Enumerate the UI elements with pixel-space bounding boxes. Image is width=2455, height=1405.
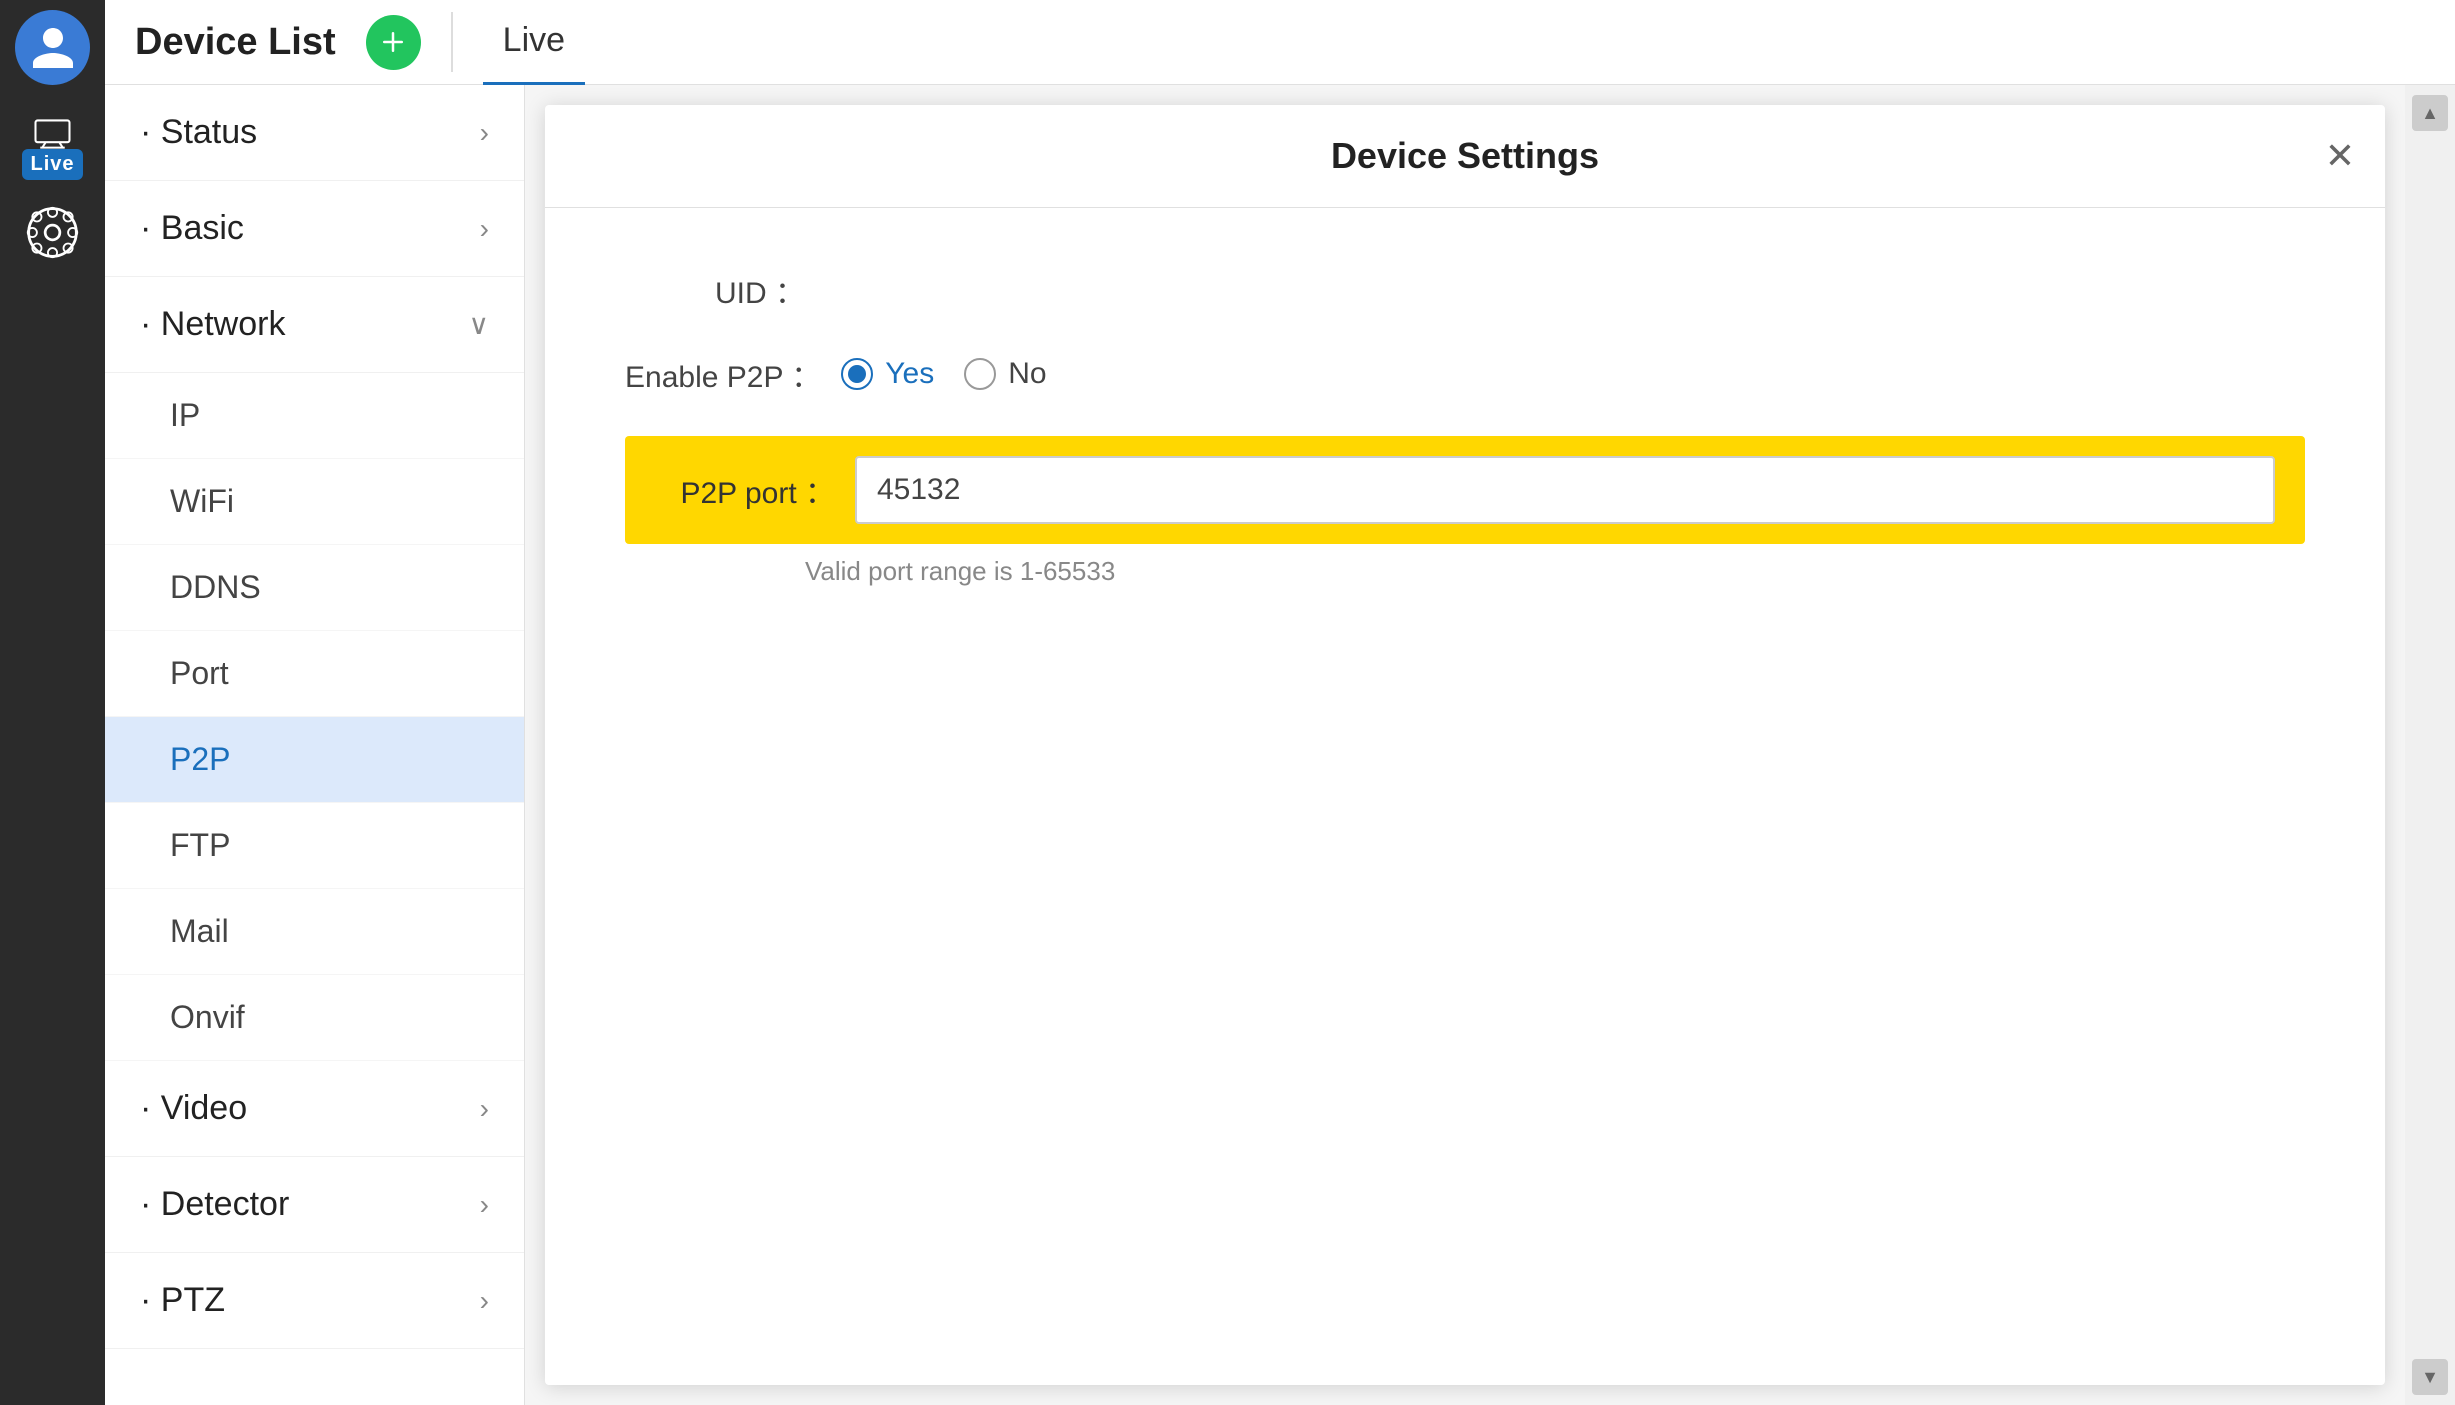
- uid-row: UID ：: [625, 268, 2305, 312]
- nav-video-chevron: ›: [480, 1093, 489, 1125]
- p2p-no-option[interactable]: No: [964, 357, 1046, 391]
- live-tv-button[interactable]: Live: [15, 115, 90, 180]
- nav-sub-p2p[interactable]: P2P: [105, 717, 524, 803]
- nav-detector-chevron: ›: [480, 1189, 489, 1221]
- p2p-yes-option[interactable]: Yes: [841, 357, 934, 391]
- nav-item-video[interactable]: · Video ›: [105, 1061, 524, 1157]
- nav-status-label: · Status: [140, 113, 257, 152]
- nav-sub-mail[interactable]: Mail: [105, 889, 524, 975]
- tab-divider: [451, 12, 453, 72]
- right-scroll-panel: ▲ ▼: [2405, 85, 2455, 1405]
- p2p-yes-radio[interactable]: [841, 358, 873, 390]
- port-hint: Valid port range is 1-65533: [805, 556, 2305, 587]
- nav-network-label: · Network: [140, 305, 285, 344]
- nav-basic-label: · Basic: [140, 209, 244, 248]
- p2p-no-label: No: [1008, 357, 1046, 391]
- avatar[interactable]: [15, 10, 90, 85]
- enable-p2p-row: Enable P2P ： Yes No: [625, 352, 2305, 396]
- nav-basic-chevron: ›: [480, 213, 489, 245]
- nav-network-chevron: ∨: [469, 308, 490, 341]
- enable-p2p-label: Enable P2P ：: [625, 352, 821, 396]
- main-content: Device List Live · Status › · Basic › ·: [105, 0, 2455, 1405]
- film-reel-button[interactable]: [15, 200, 90, 265]
- nav-ptz-label: · PTZ: [140, 1281, 225, 1320]
- p2p-no-radio[interactable]: [964, 358, 996, 390]
- tab-live[interactable]: Live: [483, 0, 585, 85]
- dialog-overlay: · Status › · Basic › · Network ∨ IP WiFi: [105, 85, 2455, 1405]
- nav-ptz-chevron: ›: [480, 1285, 489, 1317]
- nav-status-chevron: ›: [480, 117, 489, 149]
- p2p-port-input[interactable]: [877, 473, 2253, 507]
- live-badge-label: Live: [22, 149, 82, 180]
- scroll-down-arrow[interactable]: ▼: [2412, 1359, 2448, 1395]
- top-bar: Device List Live: [105, 0, 2455, 85]
- uid-label: UID ：: [625, 268, 805, 312]
- nav-item-ptz[interactable]: · PTZ ›: [105, 1253, 524, 1349]
- nav-item-detector[interactable]: · Detector ›: [105, 1157, 524, 1253]
- p2p-radio-group: Yes No: [841, 357, 1046, 391]
- add-button[interactable]: [366, 15, 421, 70]
- nav-item-status[interactable]: · Status ›: [105, 85, 524, 181]
- left-nav: · Status › · Basic › · Network ∨ IP WiFi: [105, 85, 525, 1405]
- nav-sub-wifi[interactable]: WiFi: [105, 459, 524, 545]
- nav-sub-ddns[interactable]: DDNS: [105, 545, 524, 631]
- scroll-up-arrow[interactable]: ▲: [2412, 95, 2448, 131]
- page-title: Device List: [135, 21, 336, 64]
- sidebar-icons: Live: [0, 0, 105, 1405]
- dialog-header: Device Settings ✕: [545, 105, 2385, 208]
- nav-detector-label: · Detector: [140, 1185, 289, 1224]
- p2p-port-label: P2P port ：: [655, 468, 835, 512]
- nav-item-network[interactable]: · Network ∨: [105, 277, 524, 373]
- nav-sub-ip[interactable]: IP: [105, 373, 524, 459]
- p2p-yes-label: Yes: [885, 357, 934, 391]
- nav-item-basic[interactable]: · Basic ›: [105, 181, 524, 277]
- device-settings-dialog: Device Settings ✕ UID ： Enable P2P ： Yes: [545, 105, 2385, 1385]
- port-input-wrapper: [855, 456, 2275, 524]
- p2p-port-row: P2P port ：: [625, 436, 2305, 544]
- nav-network-subitems: IP WiFi DDNS Port P2P FTP Mail: [105, 373, 524, 1061]
- dialog-body: UID ： Enable P2P ： Yes No: [545, 208, 2385, 1385]
- nav-sub-ftp[interactable]: FTP: [105, 803, 524, 889]
- dialog-title: Device Settings: [1331, 135, 1599, 177]
- nav-video-label: · Video: [140, 1089, 247, 1128]
- nav-sub-onvif[interactable]: Onvif: [105, 975, 524, 1061]
- nav-sub-port[interactable]: Port: [105, 631, 524, 717]
- dialog-close-button[interactable]: ✕: [2325, 138, 2355, 174]
